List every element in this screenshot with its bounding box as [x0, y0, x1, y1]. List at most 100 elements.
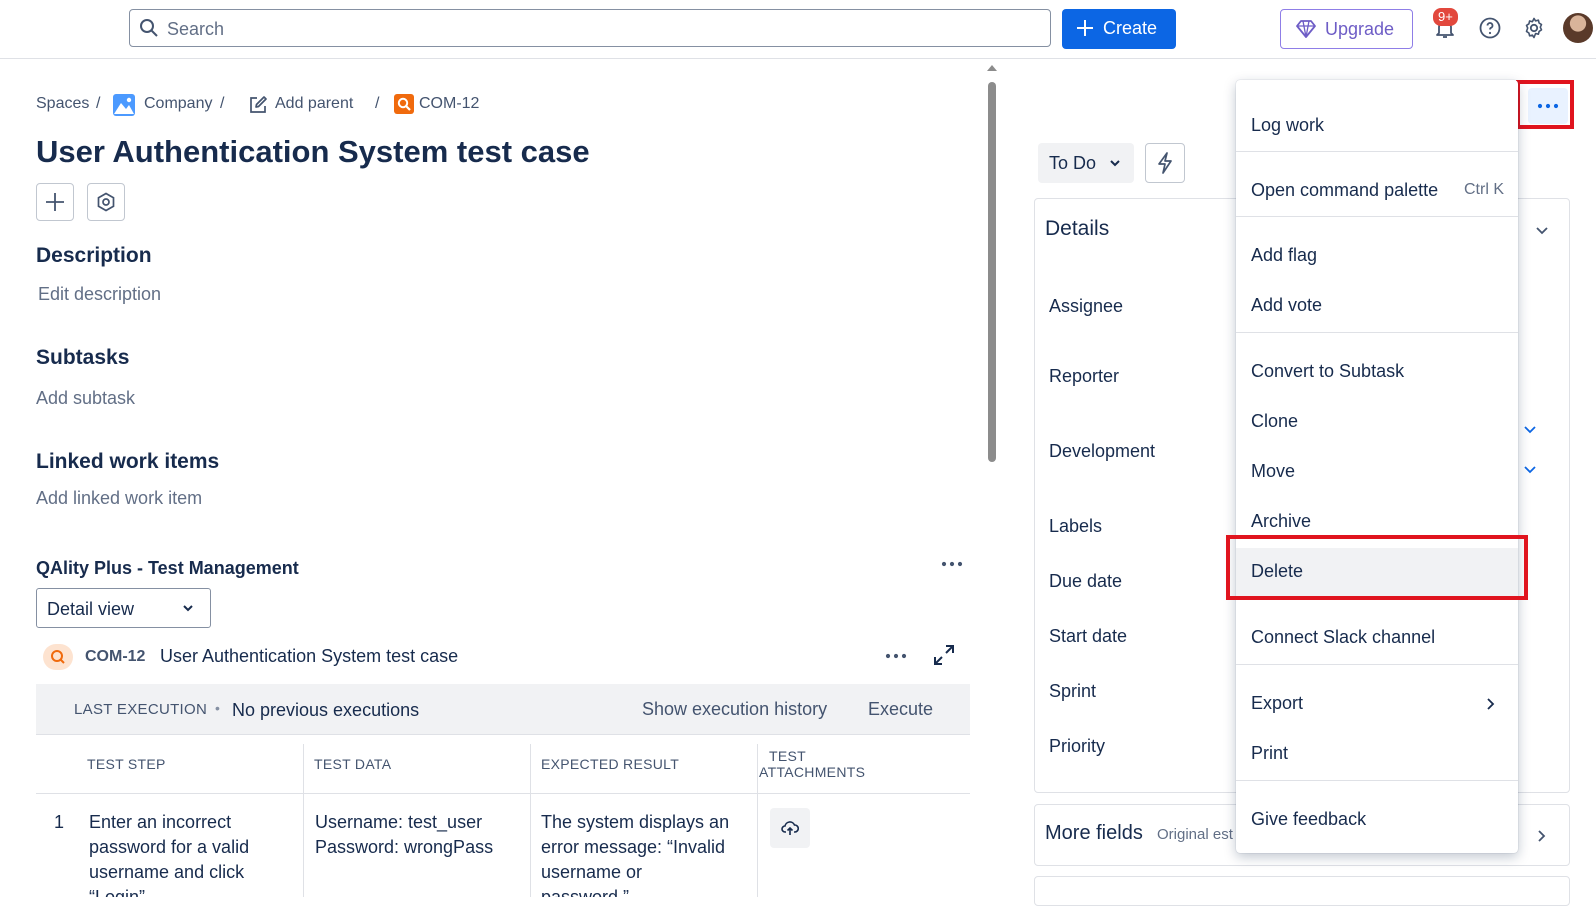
menu-item-label: Log work: [1251, 115, 1325, 135]
cell-line: username or: [541, 862, 643, 882]
separator-dot: •: [215, 700, 220, 716]
issue-title[interactable]: User Authentication System test case: [36, 134, 590, 170]
cell-line: username and click: [89, 862, 245, 882]
create-button-label: Create: [1103, 18, 1158, 38]
menu-item-label: Clone: [1251, 411, 1299, 431]
add-linked-item-link[interactable]: Add linked work item: [36, 488, 202, 509]
menu-item-move[interactable]: Move: [1236, 448, 1518, 496]
status-dropdown[interactable]: To Do: [1038, 143, 1134, 183]
field-label-priority: Priority: [1049, 736, 1106, 756]
details-heading[interactable]: Details: [1045, 217, 1109, 241]
menu-item-print[interactable]: Print: [1236, 730, 1518, 778]
highlight-more-actions: [1516, 80, 1574, 129]
automation-button[interactable]: [1145, 143, 1185, 183]
scroll-up-arrow-icon: [987, 65, 997, 71]
execute-button[interactable]: Execute: [868, 699, 933, 720]
menu-item-label: Print: [1251, 743, 1289, 763]
upload-attachment-button[interactable]: [770, 808, 810, 848]
breadcrumb-add-parent[interactable]: Add parent: [275, 95, 353, 113]
breadcrumb-spaces[interactable]: Spaces: [36, 95, 89, 113]
search-input[interactable]: Search: [129, 9, 1051, 47]
test-data-cell[interactable]: Username: test_user Password: wrongPass: [315, 810, 493, 860]
development-expand-button-2[interactable]: [1522, 463, 1538, 477]
details-collapse-button[interactable]: [1534, 222, 1550, 238]
column-header-test: TEST: [769, 748, 806, 764]
test-case-icon: [43, 644, 73, 670]
last-execution-label: LAST EXECUTION: [74, 701, 208, 718]
table-row: 1 Enter an incorrect password for a vali…: [36, 810, 970, 897]
breadcrumb-issue-key[interactable]: COM-12: [419, 95, 479, 113]
menu-item-add-vote[interactable]: Add vote: [1236, 282, 1518, 330]
menu-item-label: Convert to Subtask: [1251, 361, 1405, 381]
add-button[interactable]: [36, 183, 74, 221]
cell-line: The system displays an: [541, 812, 730, 832]
qality-issue-key[interactable]: COM-12: [85, 648, 145, 666]
ellipsis-icon: [941, 561, 963, 567]
menu-item-clone[interactable]: Clone: [1236, 398, 1518, 446]
search-icon: [139, 18, 159, 38]
ellipsis-icon: [885, 653, 907, 659]
field-label-development: Development: [1049, 441, 1156, 461]
breadcrumb-company[interactable]: Company: [144, 95, 212, 113]
chevron-down-icon: [181, 601, 195, 615]
menu-divider: [1236, 780, 1518, 781]
column-header-expected-result: EXPECTED RESULT: [541, 756, 680, 772]
settings-button[interactable]: [1522, 16, 1546, 40]
create-button[interactable]: Create: [1062, 9, 1176, 49]
chevron-down-icon: [1108, 156, 1122, 170]
subtasks-heading: Subtasks: [36, 346, 130, 369]
test-step-cell[interactable]: Enter an incorrect password for a valid …: [89, 810, 249, 897]
description-heading: Description: [36, 244, 152, 267]
scrollbar-thumb[interactable]: [988, 82, 996, 462]
table-header-divider: [36, 793, 970, 794]
add-subtask-link[interactable]: Add subtask: [36, 388, 135, 409]
menu-item-label: Archive: [1251, 511, 1312, 531]
breadcrumb-separator: /: [220, 95, 225, 112]
expand-button[interactable]: [932, 643, 956, 667]
menu-divider: [1236, 332, 1518, 333]
column-header-attachments: ATTACHMENTS: [759, 764, 866, 780]
automation-panel[interactable]: [1034, 876, 1570, 906]
expected-result-cell[interactable]: The system displays an error message: “I…: [541, 810, 729, 897]
user-avatar[interactable]: [1563, 13, 1593, 43]
menu-item-label: Open command palette: [1251, 180, 1439, 200]
help-button[interactable]: [1478, 16, 1502, 40]
field-label-sprint: Sprint: [1049, 681, 1097, 701]
chevron-right-icon: [1534, 828, 1548, 844]
status-value: To Do: [1049, 153, 1097, 173]
cell-line: password for a valid: [89, 837, 250, 857]
menu-item-give-feedback[interactable]: Give feedback: [1236, 796, 1518, 844]
view-select[interactable]: Detail view: [36, 588, 211, 628]
menu-item-command-palette[interactable]: Open command palette Ctrl K: [1236, 167, 1518, 215]
search-placeholder: Search: [167, 19, 225, 39]
more-fields-hint: Original est: [1157, 826, 1233, 843]
upgrade-button-label: Upgrade: [1325, 19, 1395, 39]
cell-line: “Login”: [89, 887, 146, 897]
column-header-test-step: TEST STEP: [87, 756, 166, 772]
plus-icon: [1075, 18, 1095, 38]
upgrade-button[interactable]: Upgrade: [1280, 9, 1413, 49]
notification-badge: 9+: [1433, 8, 1458, 26]
menu-item-convert-to-subtask[interactable]: Convert to Subtask: [1236, 348, 1518, 396]
development-expand-button[interactable]: [1522, 423, 1538, 437]
menu-item-label: Export: [1251, 693, 1304, 713]
field-label-due-date: Due date: [1049, 571, 1123, 591]
field-label-start-date: Start date: [1049, 626, 1128, 646]
step-number: 1: [54, 812, 65, 832]
field-label-assignee: Assignee: [1049, 296, 1124, 316]
test-case-more-button[interactable]: [884, 650, 908, 662]
menu-item-connect-slack[interactable]: Connect Slack channel: [1236, 614, 1518, 662]
chevron-right-icon: [1484, 696, 1496, 712]
show-execution-history-button[interactable]: Show execution history: [642, 699, 827, 720]
description-field[interactable]: Edit description: [38, 284, 161, 305]
qality-more-button[interactable]: [940, 558, 964, 570]
cell-line: password.”: [541, 887, 630, 897]
menu-item-export[interactable]: Export: [1236, 680, 1518, 728]
menu-item-add-flag[interactable]: Add flag: [1236, 232, 1518, 280]
apps-button[interactable]: [87, 183, 125, 221]
cell-line: Enter an incorrect: [89, 812, 232, 832]
chevron-down-icon: [1524, 426, 1536, 434]
cell-line: Username: test_user: [315, 812, 483, 832]
gear-icon: [1525, 17, 1543, 39]
menu-item-log-work[interactable]: Log work: [1236, 102, 1518, 150]
